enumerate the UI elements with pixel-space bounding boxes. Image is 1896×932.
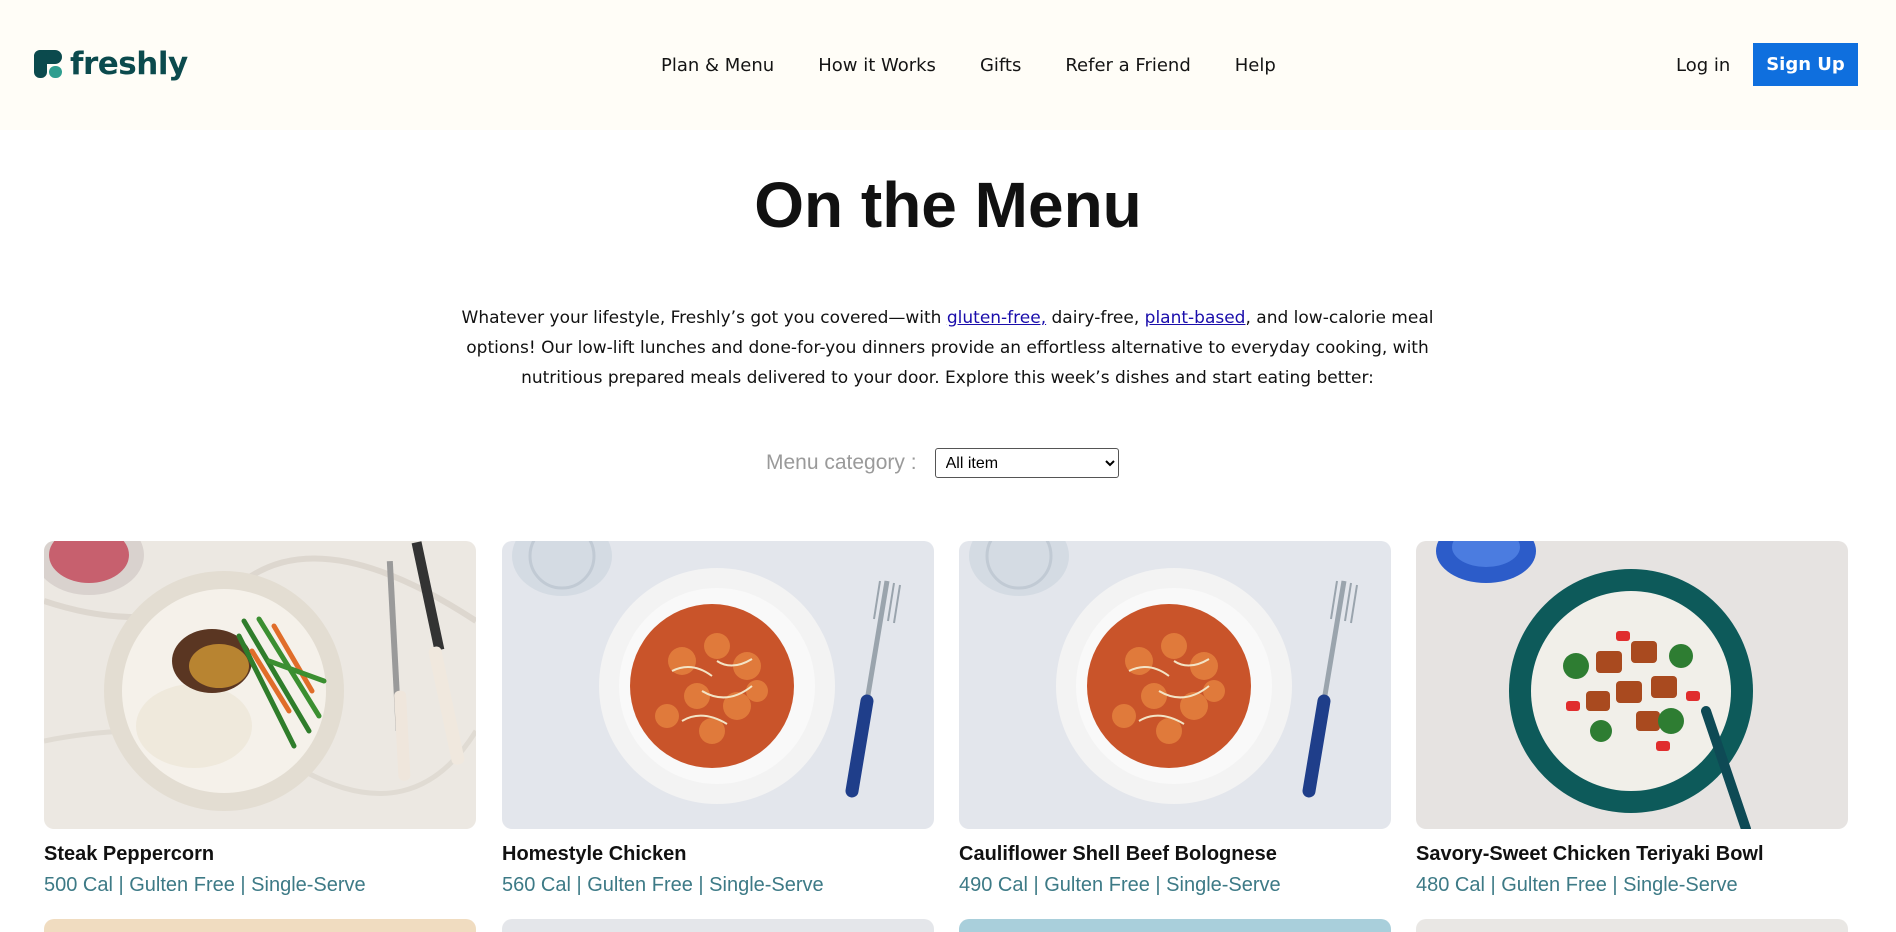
menu-category-label: Menu category : bbox=[766, 451, 917, 474]
intro-text-2: dairy-free, bbox=[1046, 308, 1145, 328]
meal-card[interactable]: Cauliflower Shell Beef Bolognese 490 Cal… bbox=[959, 541, 1391, 897]
nav-help[interactable]: Help bbox=[1235, 55, 1276, 76]
site-header: freshly Plan & Menu How it Works Gifts R… bbox=[0, 0, 1896, 130]
meal-card[interactable]: Savory-Sweet Chicken Teriyaki Bowl 480 C… bbox=[1416, 541, 1848, 897]
menu-category-select[interactable]: All item bbox=[934, 448, 1119, 478]
logo-wordmark: freshly bbox=[70, 46, 188, 82]
meal-card-image-partial bbox=[502, 919, 934, 932]
intro-paragraph: Whatever your lifestyle, Freshly’s got y… bbox=[440, 303, 1455, 393]
pasta-bowl-image bbox=[959, 541, 1391, 829]
meal-name[interactable]: Cauliflower Shell Beef Bolognese bbox=[959, 843, 1391, 866]
meal-meta: 500 Cal | Gulten Free | Single-Serve bbox=[44, 874, 366, 896]
nav-plan-menu[interactable]: Plan & Menu bbox=[661, 55, 774, 76]
teriyaki-bowl-image bbox=[1416, 541, 1848, 829]
nav-how-it-works[interactable]: How it Works bbox=[818, 55, 936, 76]
freshly-logo-icon bbox=[34, 50, 62, 78]
meal-card[interactable]: Steak Peppercorn 500 Cal | Gulten Free |… bbox=[44, 541, 476, 897]
page-title: On the Menu bbox=[754, 169, 1142, 241]
menu-category-filter: Menu category : All item bbox=[766, 448, 1119, 478]
meal-name[interactable]: Steak Peppercorn bbox=[44, 843, 476, 866]
main-nav: Plan & Menu How it Works Gifts Refer a F… bbox=[661, 55, 1320, 76]
meal-name[interactable]: Savory-Sweet Chicken Teriyaki Bowl bbox=[1416, 843, 1848, 866]
meal-card[interactable]: Homestyle Chicken 560 Cal | Gulten Free … bbox=[502, 541, 934, 897]
signup-button[interactable]: Sign Up bbox=[1753, 43, 1858, 86]
meal-meta: 560 Cal | Gulten Free | Single-Serve bbox=[502, 874, 824, 896]
nav-refer-a-friend[interactable]: Refer a Friend bbox=[1065, 55, 1190, 76]
meal-card-image-partial bbox=[1416, 919, 1848, 932]
gluten-free-link[interactable]: gluten-free, bbox=[947, 308, 1046, 328]
meal-meta: 490 Cal | Gulten Free | Single-Serve bbox=[959, 874, 1281, 896]
pasta-bowl-image bbox=[502, 541, 934, 829]
meal-name[interactable]: Homestyle Chicken bbox=[502, 843, 934, 866]
nav-gifts[interactable]: Gifts bbox=[980, 55, 1021, 76]
freshly-logo[interactable]: freshly bbox=[34, 46, 188, 82]
steak-plate-image bbox=[44, 541, 476, 829]
intro-text-1: Whatever your lifestyle, Freshly’s got y… bbox=[461, 308, 947, 328]
plant-based-link[interactable]: plant-based bbox=[1145, 308, 1246, 328]
login-link[interactable]: Log in bbox=[1676, 55, 1730, 76]
meal-card-image-partial bbox=[44, 919, 476, 932]
meal-meta: 480 Cal | Gulten Free | Single-Serve bbox=[1416, 874, 1738, 896]
meal-card-image-partial bbox=[959, 919, 1391, 932]
